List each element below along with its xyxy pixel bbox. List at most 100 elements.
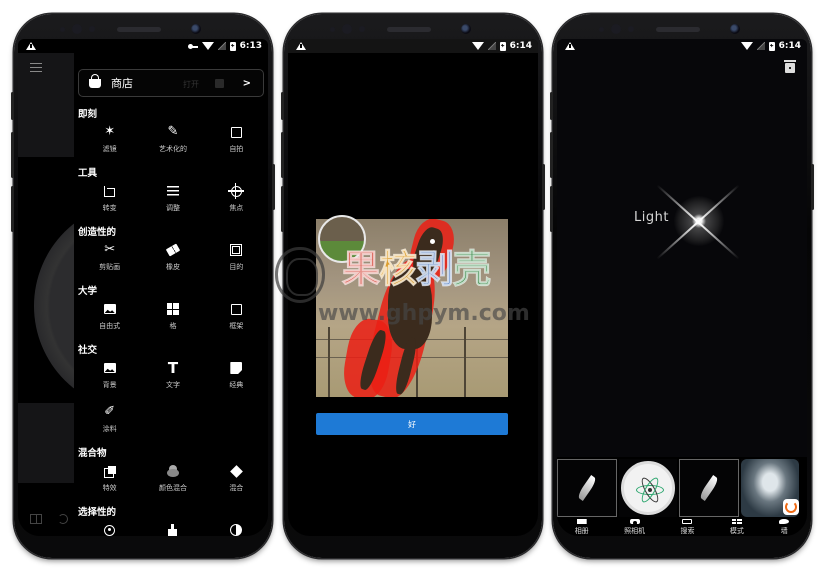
focus-target-icon	[227, 182, 244, 199]
phone-frame-2: 6:14 好	[281, 14, 545, 560]
status-bar: 6:14	[288, 39, 538, 53]
nav-search[interactable]: 搜索	[680, 519, 694, 536]
warning-icon	[26, 42, 36, 50]
phone-frame-1: 6:13 商店 打开 > 即刻 ✶ 滤镜 ✎ 艺术化的 自拍 工具 转变 调整 …	[11, 14, 275, 560]
section-title: 大学	[78, 286, 98, 297]
feather-thumbnail[interactable]	[679, 459, 739, 517]
status-bar: 6:14	[557, 39, 807, 53]
archive-icon[interactable]	[784, 60, 796, 73]
section-title: 工具	[78, 168, 98, 179]
square-frame-icon	[228, 301, 244, 317]
album-icon	[576, 519, 587, 524]
scissors-icon: ✂	[104, 242, 116, 257]
tool-color-blend[interactable]: 颜色混合	[141, 461, 204, 505]
section-title: 混合物	[78, 448, 107, 459]
refresh-badge-icon	[783, 499, 799, 515]
battery-charging-icon	[499, 41, 506, 51]
save-icon	[215, 79, 224, 88]
color-blend-icon	[165, 463, 181, 479]
sliders-icon	[165, 183, 181, 199]
image-search-icon	[682, 519, 693, 524]
tool-freestyle[interactable]: 自由式	[78, 299, 141, 343]
compare-icon[interactable]	[30, 514, 42, 524]
grid-icon	[165, 301, 181, 317]
nav-camera[interactable]: 照相机	[624, 519, 645, 536]
tool-selfie[interactable]: 自拍	[205, 122, 268, 166]
section-title: 社交	[78, 345, 98, 356]
tools-drawer: 商店 打开 > 即刻 ✶ 滤镜 ✎ 艺术化的 自拍 工具 转变 调整 焦点 创造…	[74, 53, 268, 536]
tool-artistic[interactable]: ✎ 艺术化的	[141, 122, 204, 166]
section-title: 创造性的	[78, 227, 117, 238]
home-screen: 6:14 Light 相册 照相机 搜索 模式 墙	[557, 39, 807, 536]
tool-frame[interactable]: 框架	[205, 299, 268, 343]
tool-point[interactable]: 点	[78, 520, 141, 536]
person-thumbnail[interactable]	[741, 459, 799, 517]
palette-icon	[779, 519, 790, 524]
mode-grid-icon	[731, 519, 742, 524]
battery-charging-icon	[768, 41, 775, 51]
tool-transform[interactable]: 转变	[78, 181, 141, 225]
camera-icon	[629, 519, 640, 525]
point-icon	[102, 522, 118, 536]
tool-focus[interactable]: 焦点	[205, 181, 268, 225]
tool-brush[interactable]: 刷子	[141, 520, 204, 536]
chevron-right-icon: >	[242, 78, 251, 89]
tool-classic[interactable]: 经典	[205, 358, 268, 402]
feather-icon	[698, 475, 720, 501]
no-signal-icon	[756, 42, 765, 50]
app-logo-thumbnail[interactable]	[619, 459, 677, 517]
nav-album[interactable]: 相册	[575, 519, 589, 536]
section-title: 选择性的	[78, 507, 117, 518]
sticky-note-icon	[228, 360, 244, 376]
warning-icon	[565, 42, 575, 50]
tool-highlight[interactable]: 亮色块	[205, 520, 268, 536]
tool-clipart[interactable]: ✂ 剪贴画	[78, 240, 141, 284]
nav-wall[interactable]: 墙	[779, 519, 790, 536]
feather-icon	[576, 475, 598, 501]
wifi-icon	[201, 42, 214, 50]
menu-icon[interactable]	[30, 63, 42, 72]
background-image-icon	[102, 360, 118, 376]
light-logo: Light	[632, 182, 740, 262]
frame-icon	[228, 242, 244, 258]
status-bar: 6:13	[18, 39, 268, 53]
open-label-behind: 打开	[183, 80, 199, 89]
wifi-icon	[740, 42, 753, 50]
freestyle-icon	[102, 301, 118, 317]
wifi-icon	[471, 42, 484, 50]
bottom-navigation: 相册 照相机 搜索 模式 墙	[557, 519, 807, 536]
phone-frame-3: 6:14 Light 相册 照相机 搜索 模式 墙	[550, 14, 814, 560]
status-time: 6:13	[239, 41, 262, 51]
text-icon: T	[167, 359, 179, 377]
effect-layers-icon	[102, 463, 118, 479]
nav-mode[interactable]: 模式	[730, 519, 744, 536]
feather-thumbnail[interactable]	[557, 459, 617, 517]
tool-eraser[interactable]: 橡皮	[141, 240, 204, 284]
atom-icon	[636, 475, 664, 505]
magic-wand-icon: ✶	[104, 124, 116, 139]
tool-text[interactable]: T 文字	[141, 358, 204, 402]
contrast-icon	[228, 522, 244, 536]
blend-diamond-icon	[228, 463, 244, 479]
magnifier-preview	[318, 215, 366, 263]
undo-icon[interactable]	[58, 514, 68, 524]
portrait-icon	[228, 124, 244, 140]
ok-button[interactable]: 好	[316, 413, 508, 435]
tool-purpose[interactable]: 目的	[205, 240, 268, 284]
shopping-basket-icon	[89, 73, 101, 88]
brush-can-icon	[165, 522, 181, 536]
tool-filters[interactable]: ✶ 滤镜	[78, 122, 141, 166]
status-time: 6:14	[509, 41, 532, 51]
tool-paint[interactable]: ✐ 涂料	[78, 402, 141, 446]
tool-blend[interactable]: 混合	[205, 461, 268, 505]
tool-effects[interactable]: 特效	[78, 461, 141, 505]
palette-brush-icon: ✎	[167, 124, 179, 139]
status-time: 6:14	[778, 41, 801, 51]
tool-adjust[interactable]: 调整	[141, 181, 204, 225]
store-button[interactable]: 商店 打开 >	[78, 69, 264, 97]
section-title: 即刻	[78, 109, 98, 120]
tool-grid[interactable]: 格	[141, 299, 204, 343]
warning-icon	[296, 42, 306, 50]
tool-background[interactable]: 背景	[78, 358, 141, 402]
no-signal-icon	[487, 42, 496, 50]
